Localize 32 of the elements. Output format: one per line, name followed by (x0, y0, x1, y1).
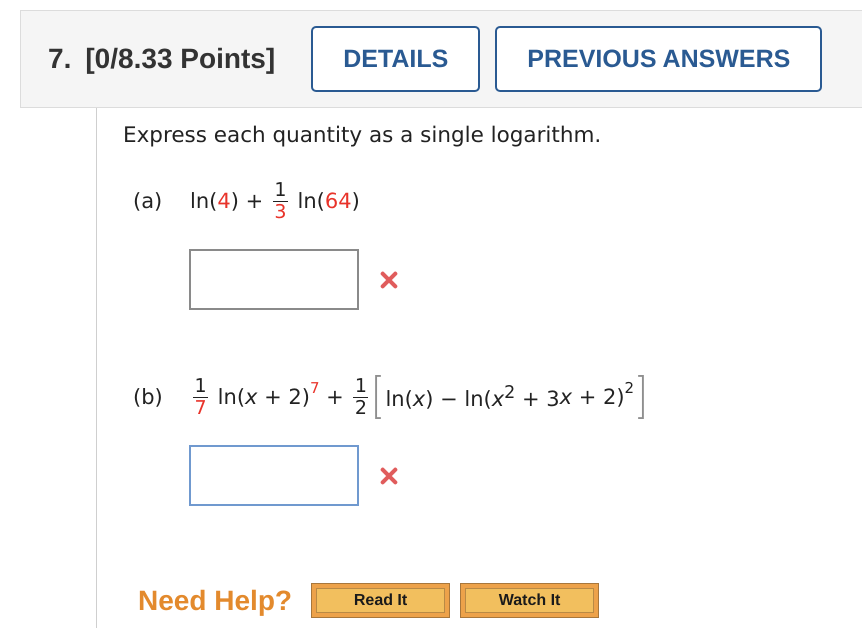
question-button[interactable]: DETAILS (311, 26, 480, 92)
math-text: ln( (190, 189, 218, 213)
left-bracket-icon (374, 375, 382, 419)
question-button[interactable]: PREVIOUS ANSWERS (495, 26, 822, 92)
fraction-numerator: 1 (274, 180, 286, 200)
question-number: 7. (48, 43, 72, 75)
answer-field[interactable] (189, 445, 359, 506)
help-button[interactable]: Read It (311, 583, 450, 618)
instruction-text: Express each quantity as a single logarithm. (123, 123, 602, 149)
math-text: ) + (230, 189, 264, 213)
math-exponent: 2 (624, 379, 634, 397)
fraction-numerator: 1 (354, 376, 367, 396)
math-text: 64 (324, 189, 352, 213)
fraction-denominator: 2 (354, 398, 367, 418)
fraction-denominator: 3 (274, 202, 286, 222)
need-help-label: Need Help? (138, 584, 292, 616)
help-button[interactable]: Watch It (460, 583, 600, 618)
math-text: ln(x) − ln(x$^{2}$ + 3 (385, 383, 560, 411)
fraction-denominator: 7 (194, 398, 207, 418)
math-text: ln(x + 2) (216, 385, 310, 409)
answer-field[interactable] (189, 249, 359, 310)
math-text: + (325, 385, 345, 409)
part-label: (a) (133, 189, 164, 213)
math-text: 4 (217, 189, 231, 213)
fraction-numerator: 1 (194, 376, 207, 396)
right-bracket-icon (637, 375, 646, 419)
math-text: ) (352, 189, 360, 213)
part-label: (b) (133, 385, 164, 409)
math-exponent: 7 (310, 379, 320, 397)
math-text: x + 2) (560, 385, 625, 409)
question-points: [0/8.33 Points] (85, 43, 276, 75)
math-text: ln( (296, 189, 325, 213)
